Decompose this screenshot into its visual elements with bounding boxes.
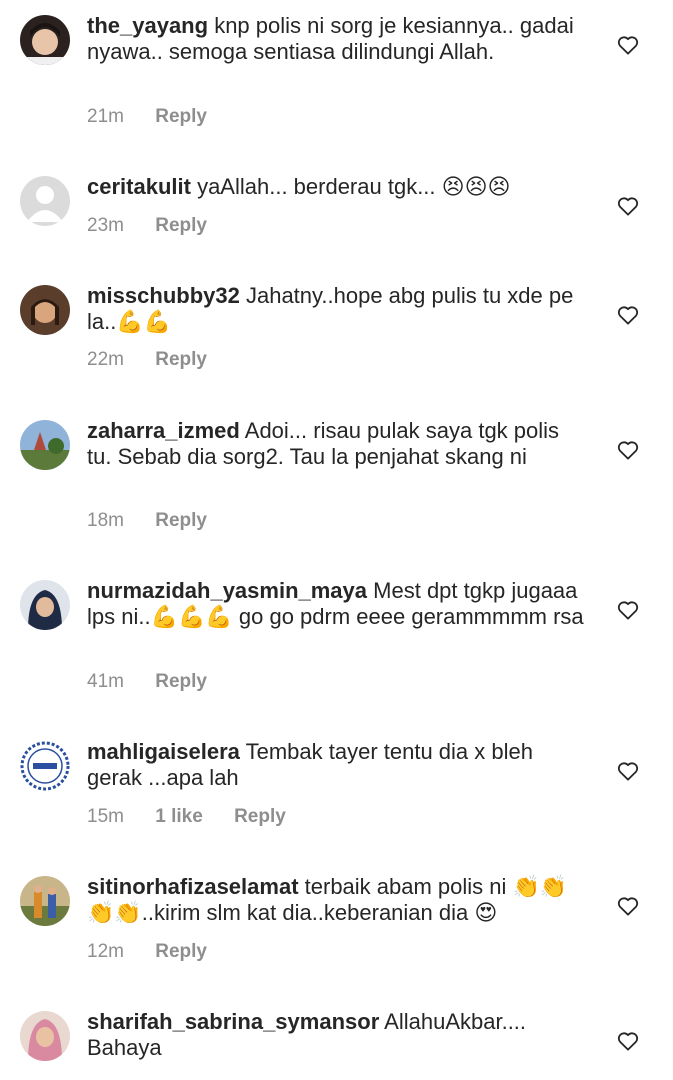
heart-icon[interactable] bbox=[617, 1031, 639, 1051]
comment-body: nurmazidah_yasmin_maya Mest dpt tgkp jug… bbox=[87, 578, 587, 630]
comment-username[interactable]: nurmazidah_yasmin_maya bbox=[87, 578, 367, 603]
comment-body: sharifah_sabrina_symansor AllahuAkbar...… bbox=[87, 1009, 587, 1061]
comment-time: 22m bbox=[87, 349, 124, 370]
avatar[interactable] bbox=[20, 15, 70, 65]
avatar[interactable] bbox=[20, 876, 70, 926]
comment-username[interactable]: ceritakulit bbox=[87, 174, 191, 199]
comment-time: 23m bbox=[87, 215, 124, 236]
comment-time: 12m bbox=[87, 941, 124, 962]
avatar[interactable] bbox=[20, 176, 70, 226]
heart-icon[interactable] bbox=[617, 600, 639, 620]
avatar[interactable] bbox=[20, 741, 70, 791]
comment-time: 41m bbox=[87, 671, 124, 692]
reply-button[interactable]: Reply bbox=[155, 671, 207, 692]
comment-meta: 18m Reply bbox=[87, 510, 233, 532]
comment-body: zaharra_izmed Adoi... risau pulak saya t… bbox=[87, 418, 587, 470]
heart-icon[interactable] bbox=[617, 196, 639, 216]
comment-meta: 15m 1 like Reply bbox=[87, 806, 312, 828]
comment-body: the_yayang knp polis ni sorg je kesianny… bbox=[87, 13, 587, 65]
reply-button[interactable]: Reply bbox=[155, 349, 207, 370]
comment-meta: 12m Reply bbox=[87, 941, 233, 963]
reply-button[interactable]: Reply bbox=[234, 806, 286, 827]
comment-username[interactable]: the_yayang bbox=[87, 13, 208, 38]
comment-body: sitinorhafizaselamat terbaik abam polis … bbox=[87, 874, 587, 926]
likes-count[interactable]: 1 like bbox=[155, 806, 203, 827]
heart-icon[interactable] bbox=[617, 440, 639, 460]
comment-username[interactable]: misschubby32 bbox=[87, 283, 240, 308]
reply-button[interactable]: Reply bbox=[155, 941, 207, 962]
comment-meta: 22m Reply bbox=[87, 349, 233, 371]
heart-icon[interactable] bbox=[617, 305, 639, 325]
reply-button[interactable]: Reply bbox=[155, 215, 207, 236]
comment-text: yaAllah... berderau tgk... 😣😣😣 bbox=[197, 174, 511, 199]
avatar[interactable] bbox=[20, 285, 70, 335]
comment-meta: 41m Reply bbox=[87, 671, 233, 693]
reply-button[interactable]: Reply bbox=[155, 510, 207, 531]
avatar[interactable] bbox=[20, 580, 70, 630]
avatar[interactable] bbox=[20, 420, 70, 470]
comment-username[interactable]: mahligaiselera bbox=[87, 739, 240, 764]
comment-time: 18m bbox=[87, 510, 124, 531]
reply-button[interactable]: Reply bbox=[155, 106, 207, 127]
comment-username[interactable]: zaharra_izmed bbox=[87, 418, 240, 443]
heart-icon[interactable] bbox=[617, 35, 639, 55]
comments-list: the_yayang knp polis ni sorg je kesianny… bbox=[0, 0, 673, 1080]
comment-username[interactable]: sitinorhafizaselamat bbox=[87, 874, 299, 899]
comment-username[interactable]: sharifah_sabrina_symansor bbox=[87, 1009, 379, 1034]
avatar[interactable] bbox=[20, 1011, 70, 1061]
comment-time: 15m bbox=[87, 806, 124, 827]
comment-body: mahligaiselera Tembak tayer tentu dia x … bbox=[87, 739, 587, 791]
comment-meta: 23m Reply bbox=[87, 215, 233, 237]
heart-icon[interactable] bbox=[617, 761, 639, 781]
comment-body: misschubby32 Jahatny..hope abg pulis tu … bbox=[87, 283, 587, 335]
comment-time: 21m bbox=[87, 106, 124, 127]
comment-meta: 21m Reply bbox=[87, 106, 233, 128]
heart-icon[interactable] bbox=[617, 896, 639, 916]
comment-body: ceritakulit yaAllah... berderau tgk... 😣… bbox=[87, 174, 587, 200]
